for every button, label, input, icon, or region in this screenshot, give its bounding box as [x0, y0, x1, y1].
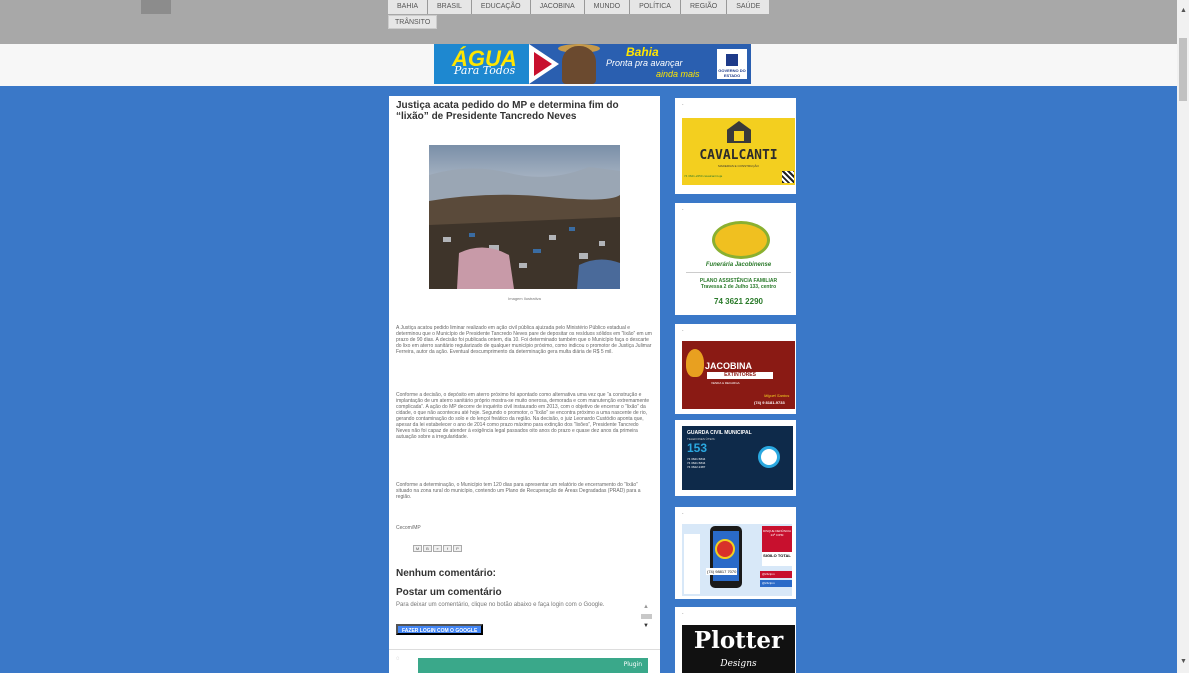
guarda-numbers: 74 3621.5844 74 3621.5844 74 3622.2487: [687, 457, 705, 469]
post-paragraph-3: Conforme a determinação, o Município tem…: [396, 482, 641, 500]
page-scrollbar[interactable]: ▲ ▼: [1177, 0, 1189, 673]
cipm-instagram: @24cipm: [760, 571, 792, 578]
nav-item-politica[interactable]: POLÍTICA: [630, 0, 681, 14]
cipm-banner[interactable]: (74) 98817 7070 DISQUE DENÚNCIA 24ª CIPM…: [682, 524, 792, 596]
comment-scrollbar[interactable]: ▲ ▼: [639, 602, 654, 638]
ad-guarda-civil[interactable]: GUARDA CIVIL MUNICIPAL TELEFONES ÚTEIS: …: [675, 420, 796, 496]
scroll-up-icon[interactable]: ▲: [1180, 7, 1187, 14]
share-buttons: M B » f P: [413, 545, 462, 552]
ad-cavalcanti[interactable]: . CAVALCANTI MADEIRAS E CONSTRUÇÃO 74 36…: [675, 98, 796, 194]
cavalcanti-subtitle: MADEIRAS E CONSTRUÇÃO: [718, 164, 759, 168]
bottom-widget[interactable]: Plugin: [418, 658, 648, 673]
funeraria-logo-icon: [712, 221, 770, 259]
gadget-icon: ◌: [396, 656, 400, 662]
google-login-button[interactable]: FAZER LOGIN COM O GOOGLE: [396, 624, 484, 635]
ad-funeraria[interactable]: . Funerária Jacobinense PLANO ASSISTÊNCI…: [675, 203, 796, 315]
extintores-sub: VENDA & RECARGA: [711, 381, 740, 385]
top-navigation-band: BAHIA BRASIL EDUCAÇÃO JACOBINA MUNDO POL…: [0, 0, 1177, 44]
extintores-owner: Miguel Santos: [764, 393, 790, 398]
cipm-sigilo: SIGILO TOTAL: [762, 552, 792, 566]
guarda-badge-icon: [758, 446, 780, 468]
scroll-down-icon[interactable]: ▼: [1180, 658, 1187, 665]
post-divider: [389, 649, 660, 650]
widget-title-dot: .: [682, 610, 684, 616]
cipm-phone: (74) 98817 7070: [706, 568, 738, 575]
category-nav: BAHIA BRASIL EDUCAÇÃO JACOBINA MUNDO POL…: [388, 0, 770, 14]
share-email-icon[interactable]: M: [413, 545, 422, 552]
nav-item-jacobina[interactable]: JACOBINA: [530, 0, 585, 14]
funeraria-plan: PLANO ASSISTÊNCIA FAMILIAR Travessa 2 de…: [682, 278, 795, 290]
banner-band: ÁGUA Para Todos Bahia Pronta pra avançar…: [0, 44, 1177, 86]
funeraria-name: Funerária Jacobinense: [705, 262, 772, 268]
widget-title-dot: .: [682, 101, 684, 107]
post-paragraph-1: A Justiça acatou pedido liminar realizad…: [396, 325, 652, 355]
share-blog-icon[interactable]: B: [423, 545, 432, 552]
funeraria-banner[interactable]: Funerária Jacobinense PLANO ASSISTÊNCIA …: [682, 217, 795, 313]
banner-pronta-text: Pronta pra avançar: [606, 58, 683, 68]
photo-caption: Imagem Ilustrativa: [508, 296, 541, 301]
comment-prompt: Para deixar um comentário, clique no bot…: [396, 602, 605, 608]
nav-item-mundo[interactable]: MUNDO: [584, 0, 631, 14]
header-logo-fragment: [141, 0, 171, 14]
extintores-band: EXTINTORES: [707, 372, 773, 379]
plotter-designs: Designs: [720, 659, 757, 669]
cavalcanti-contact: 74 3621-2250 cavalcanti.loja: [684, 174, 723, 178]
widget-title-dot: .: [682, 327, 684, 333]
landfill-photo: [429, 145, 620, 289]
scroll-down-icon[interactable]: ▼: [643, 623, 649, 629]
share-twitter-icon[interactable]: »: [433, 545, 442, 552]
funeraria-divider: [686, 272, 791, 273]
nav-item-bahia[interactable]: BAHIA: [388, 0, 429, 14]
no-comments-heading: Nenhum comentário:: [396, 568, 497, 579]
farmer-illustration: [562, 46, 596, 84]
extintores-phone: (74) 9 8181-9733: [754, 400, 785, 405]
house-icon: [727, 121, 751, 143]
post-paragraph-2: Conforme a decisão, o depósito em aterro…: [396, 392, 650, 440]
banner-bahia-text: Bahia: [626, 45, 659, 59]
scroll-up-icon[interactable]: ▲: [643, 604, 649, 610]
share-facebook-icon[interactable]: f: [443, 545, 452, 552]
nav-item-brasil[interactable]: BRASIL: [428, 0, 472, 14]
banner-ainda-text: ainda mais: [656, 69, 700, 79]
guarda-civil-banner[interactable]: GUARDA CIVIL MUNICIPAL TELEFONES ÚTEIS: …: [682, 426, 793, 490]
plotter-name: Plotter: [693, 627, 784, 654]
post-comment-heading: Postar um comentário: [396, 587, 502, 598]
ad-extintores[interactable]: . JACOBINA EXTINTORES VENDA & RECARGA Mi…: [675, 324, 796, 414]
qr-code-icon: [782, 171, 794, 183]
governo-logo: GOVERNO DO ESTADO: [717, 49, 747, 79]
post-source: Cecom/MP: [396, 525, 421, 531]
guarda-153: 153: [687, 441, 708, 455]
funeraria-phone: 74 3621 2290: [714, 297, 763, 306]
cipm-facebook: @24cipm: [760, 580, 792, 587]
nav-item-regiao[interactable]: REGIÃO: [680, 0, 728, 14]
plotter-banner[interactable]: Plotter Designs: [682, 625, 795, 673]
flame-icon: [686, 349, 704, 377]
page-scroll-thumb[interactable]: [1179, 38, 1187, 101]
guarda-number: 74 3622.2487: [687, 465, 706, 469]
comment-scroll-thumb[interactable]: [641, 614, 652, 619]
police-seal-icon: [715, 539, 735, 559]
ad-24-cipm[interactable]: . (74) 98817 7070 DISQUE DENÚNCIA 24ª CI…: [675, 507, 796, 599]
funeraria-address: Travessa 2 de Julho 133, centro: [700, 284, 777, 290]
nav-item-educacao[interactable]: EDUCAÇÃO: [471, 0, 531, 14]
nav-item-transito[interactable]: TRÂNSITO: [388, 15, 438, 29]
share-pinterest-icon[interactable]: P: [453, 545, 462, 552]
cipm-disque-denuncia: DISQUE DENÚNCIA 24ª CIPM: [762, 526, 792, 552]
comment-box: Para deixar um comentário, clique no bot…: [396, 602, 654, 638]
widget-title-dot: .: [682, 206, 684, 212]
cipm-left-strip: [684, 534, 700, 594]
cavalcanti-name: CAVALCANTI: [699, 148, 778, 163]
cavalcanti-banner[interactable]: CAVALCANTI MADEIRAS E CONSTRUÇÃO 74 3621…: [682, 118, 795, 185]
post-title[interactable]: Justiça acata pedido do MP e determina f…: [396, 100, 653, 122]
nav-item-saude[interactable]: SAÚDE: [727, 0, 770, 14]
extintores-banner[interactable]: JACOBINA EXTINTORES VENDA & RECARGA Migu…: [682, 341, 795, 409]
ad-plotter-designs[interactable]: . Plotter Designs: [675, 607, 796, 673]
widget-title-dot: .: [682, 510, 684, 516]
guarda-title: GUARDA CIVIL MUNICIPAL: [687, 430, 752, 436]
extintores-brand: JACOBINA: [705, 361, 753, 371]
agua-para-todos-banner[interactable]: ÁGUA Para Todos Bahia Pronta pra avançar…: [434, 44, 751, 84]
